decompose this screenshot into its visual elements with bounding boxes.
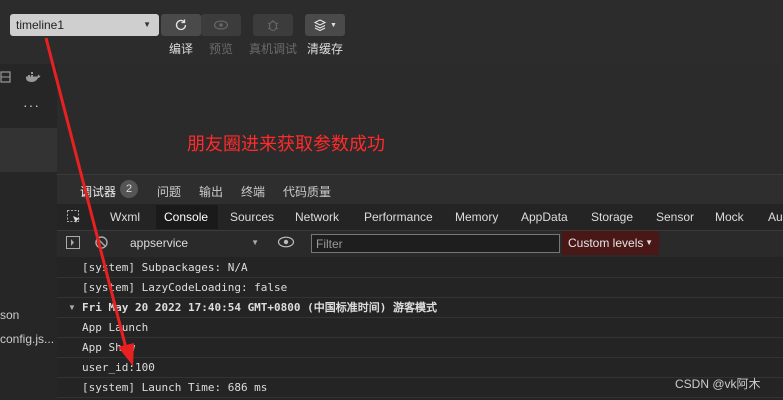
annotation-arrow bbox=[44, 37, 134, 366]
arrow-line bbox=[44, 37, 129, 353]
arrow-head bbox=[118, 343, 134, 366]
